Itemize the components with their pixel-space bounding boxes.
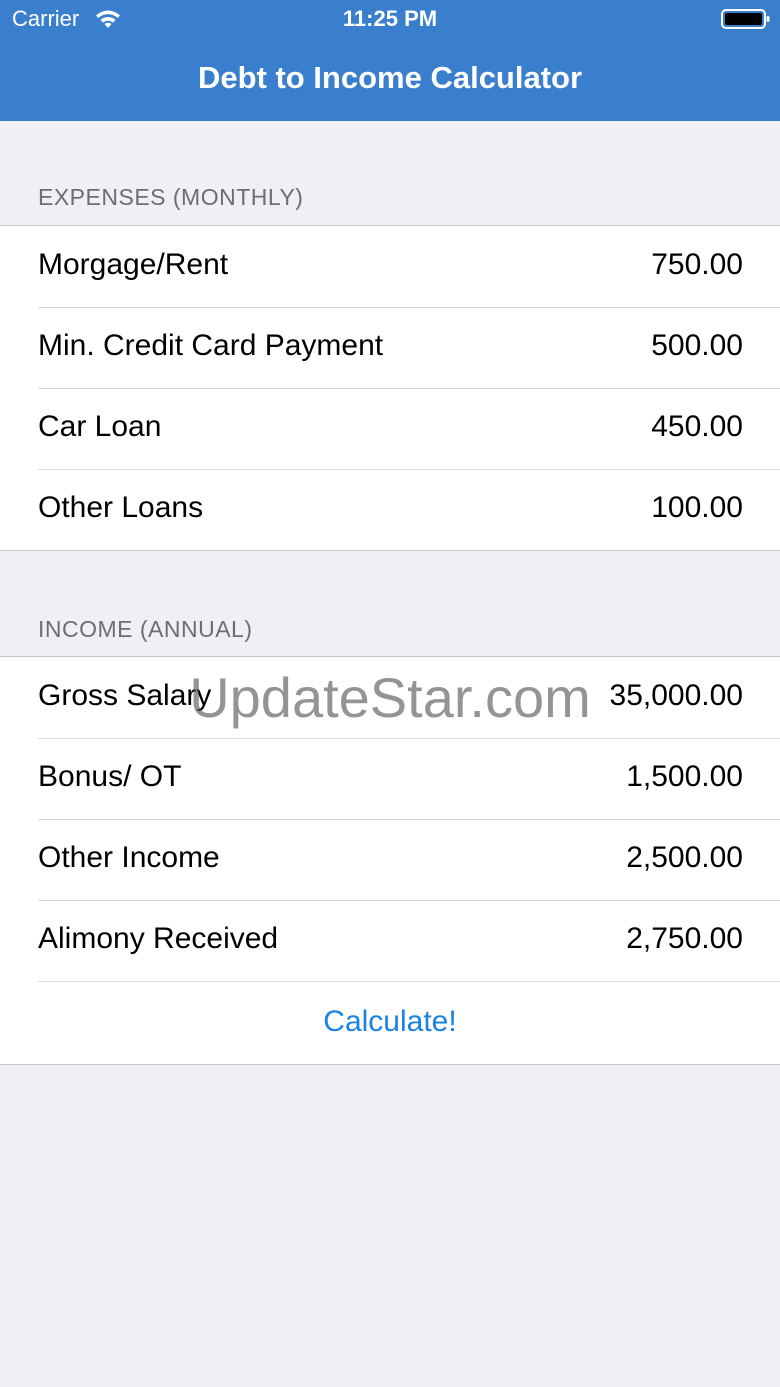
bonus-input[interactable]: 1,500.00	[626, 760, 743, 794]
income-group: Gross Salary 35,000.00 Bonus/ OT 1,500.0…	[0, 656, 780, 1065]
income-section-header: INCOME (ANNUAL)	[38, 616, 253, 642]
app-screen: Carrier 11:25 PM Debt to Income Calculat…	[0, 0, 780, 1387]
row-label: Car Loan	[38, 410, 162, 443]
expenses-section-header: EXPENSES (MONTHLY)	[38, 184, 304, 210]
calculate-row: Calculate!	[0, 981, 780, 1064]
row-label: Bonus/ OT	[38, 760, 182, 793]
status-bar: Carrier 11:25 PM	[0, 0, 780, 40]
expense-row-car-loan[interactable]: Car Loan 450.00	[0, 388, 780, 469]
battery-icon	[721, 8, 771, 30]
status-time: 11:25 PM	[342, 6, 438, 31]
other-loans-input[interactable]: 100.00	[651, 491, 743, 525]
expense-row-credit-card[interactable]: Min. Credit Card Payment 500.00	[0, 307, 780, 388]
income-row-alimony[interactable]: Alimony Received 2,750.00	[0, 900, 780, 981]
row-label: Other Loans	[38, 491, 204, 524]
mortgage-input[interactable]: 750.00	[651, 248, 743, 282]
row-label: Morgage/Rent	[38, 248, 229, 281]
income-row-bonus[interactable]: Bonus/ OT 1,500.00	[0, 738, 780, 819]
car-loan-input[interactable]: 450.00	[651, 410, 743, 444]
gross-salary-input[interactable]: 35,000.00	[610, 679, 743, 713]
other-income-input[interactable]: 2,500.00	[626, 841, 743, 875]
row-label: Alimony Received	[38, 922, 279, 955]
expense-row-other-loans[interactable]: Other Loans 100.00	[0, 469, 780, 550]
income-row-other-income[interactable]: Other Income 2,500.00	[0, 819, 780, 900]
income-row-gross-salary[interactable]: Gross Salary 35,000.00	[0, 657, 780, 738]
credit-card-input[interactable]: 500.00	[651, 329, 743, 363]
row-label: Other Income	[38, 841, 220, 874]
row-label: Min. Credit Card Payment	[38, 329, 384, 362]
page-title: Debt to Income Calculator	[197, 60, 583, 95]
alimony-input[interactable]: 2,750.00	[626, 922, 743, 956]
row-label: Gross Salary	[38, 679, 212, 712]
expenses-group: Morgage/Rent 750.00 Min. Credit Card Pay…	[0, 225, 780, 551]
expense-row-mortgage[interactable]: Morgage/Rent 750.00	[0, 226, 780, 307]
navigation-bar: Carrier 11:25 PM Debt to Income Calculat…	[0, 0, 780, 121]
calculate-button[interactable]: Calculate!	[0, 1005, 780, 1039]
